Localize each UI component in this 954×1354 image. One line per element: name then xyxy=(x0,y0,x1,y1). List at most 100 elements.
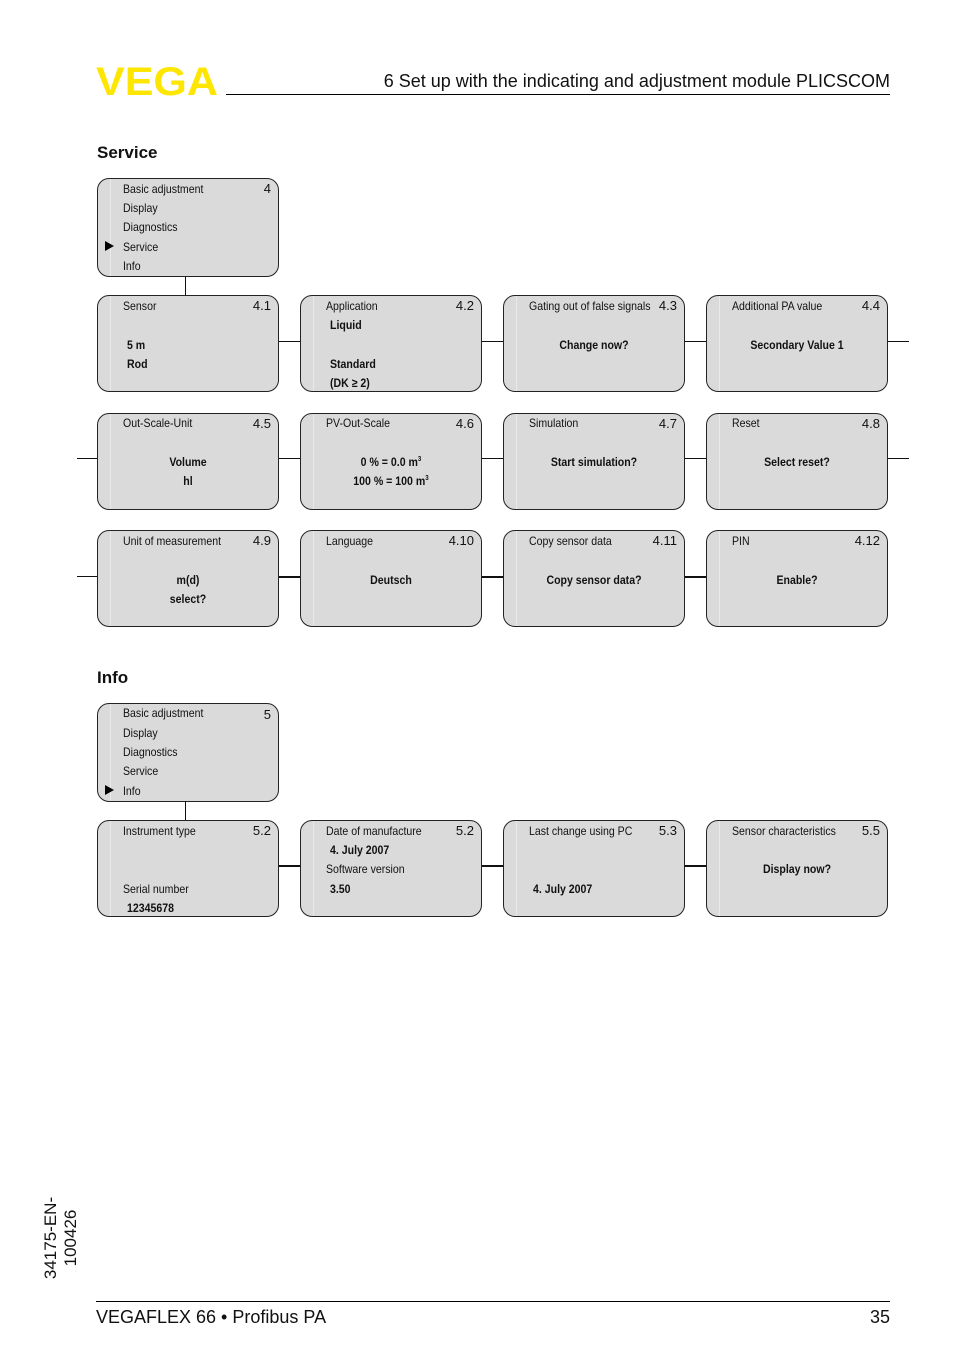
svg-text:VEGA: VEGA xyxy=(96,64,218,98)
box-number: 4.2 xyxy=(455,298,474,313)
menu-box-language[interactable]: Language 4.10 Deutsch xyxy=(300,530,482,627)
menu-box-simulation[interactable]: Simulation 4.7 Start simulation? xyxy=(503,413,685,510)
menu-item-diagnostics[interactable]: Diagnostics xyxy=(123,745,178,759)
box-value: Enable? xyxy=(776,573,818,587)
box-title: Last change using PC xyxy=(529,824,633,838)
box-value: m(d) xyxy=(176,573,200,587)
box-value: Display now? xyxy=(762,862,832,876)
connector-line xyxy=(279,576,301,578)
unit-superscript: 3 xyxy=(417,456,422,463)
box-title: Additional PA value xyxy=(732,299,823,313)
box-value: 3.50 xyxy=(330,882,351,896)
box-number: 4.4 xyxy=(861,298,880,313)
box-value: 0 % = 0.0 m3 xyxy=(312,455,470,469)
connector-line xyxy=(279,341,301,342)
menu-box-pin[interactable]: PIN 4.12 Enable? xyxy=(706,530,888,627)
box-label: Software version xyxy=(326,862,405,876)
scale-low-text: 0 % = 0.0 m xyxy=(360,455,418,469)
footer-product-name: VEGAFLEX 66 • Profibus PA xyxy=(96,1307,327,1327)
box-number: 4.1 xyxy=(252,298,271,313)
menu-item-display[interactable]: Display xyxy=(123,726,158,740)
document-id: 34175-EN-100426 xyxy=(41,1196,80,1280)
menu-item-diagnostics[interactable]: Diagnostics xyxy=(123,220,178,234)
box-title: Instrument type xyxy=(123,824,196,838)
box-value: 4. July 2007 xyxy=(533,882,593,896)
menu-item-info[interactable]: Info xyxy=(123,259,141,273)
box-title: PIN xyxy=(732,534,750,548)
connector-line xyxy=(185,801,186,820)
menu-box-last-change-using-pc[interactable]: Last change using PC 5.3 4. July 2007 xyxy=(503,820,685,917)
menu-item-display[interactable]: Display xyxy=(123,201,158,215)
menu-box-sensor[interactable]: Sensor 4.1 5 m Rod xyxy=(97,295,279,392)
box-label: Serial number xyxy=(123,882,189,896)
box-value: Copy sensor data? xyxy=(546,573,642,587)
menu-box-unit-of-measurement[interactable]: Unit of measurement 4.9 m(d) select? xyxy=(97,530,279,627)
box-value: select? xyxy=(169,592,207,606)
box-title: PV-Out-Scale xyxy=(326,416,390,430)
header-divider xyxy=(226,94,890,95)
footer-divider xyxy=(96,1301,890,1302)
scale-high-text: 100 % = 100 m xyxy=(353,474,426,488)
box-title: Sensor xyxy=(123,299,157,313)
selection-arrow-icon xyxy=(105,785,114,795)
box-number: 5.2 xyxy=(455,823,474,838)
box-value: hl xyxy=(183,474,193,488)
connector-line xyxy=(279,865,301,867)
menu-box-date-of-manufacture[interactable]: Date of manufacture 5.2 4. July 2007 Sof… xyxy=(300,820,482,917)
box-value: 100 % = 100 m3 xyxy=(312,474,470,488)
menu-box-instrument-type[interactable]: Instrument type 5.2 Serial number 123456… xyxy=(97,820,279,917)
menu-box-out-scale-unit[interactable]: Out-Scale-Unit 4.5 Volume hl xyxy=(97,413,279,510)
box-number: 5.5 xyxy=(861,823,880,838)
info-menu-box[interactable]: Basic adjustment 5 Display Diagnostics S… xyxy=(97,703,279,802)
box-number: 4.12 xyxy=(854,533,880,548)
connector-line xyxy=(685,865,707,867)
service-menu-box[interactable]: Basic adjustment 4 Display Diagnostics S… xyxy=(97,178,279,277)
menu-box-copy-sensor-data[interactable]: Copy sensor data 4.11 Copy sensor data? xyxy=(503,530,685,627)
connector-line xyxy=(482,865,504,867)
menu-box-reset[interactable]: Reset 4.8 Select reset? xyxy=(706,413,888,510)
box-title: Date of manufacture xyxy=(326,824,422,838)
menu-box-application[interactable]: Application 4.2 Liquid Standard (DK ≥ 2) xyxy=(300,295,482,392)
menu-box-additional-pa-value[interactable]: Additional PA value 4.4 Secondary Value … xyxy=(706,295,888,392)
box-number: 4.10 xyxy=(448,533,474,548)
menu-item-info[interactable]: Info xyxy=(123,784,141,798)
box-value: 4. July 2007 xyxy=(330,843,390,857)
box-number: 4.9 xyxy=(252,533,271,548)
box-title: Reset xyxy=(732,416,760,430)
section-title-info: Info xyxy=(97,668,129,687)
menu-box-sensor-characteristics[interactable]: Sensor characteristics 5.5 Display now? xyxy=(706,820,888,917)
box-value: Rod xyxy=(127,357,148,371)
connector-line xyxy=(482,458,504,459)
menu-item-service[interactable]: Service xyxy=(123,764,158,778)
box-value: Deutsch xyxy=(370,573,412,587)
box-value: 5 m xyxy=(127,338,146,352)
box-title: Copy sensor data xyxy=(529,534,612,548)
connector-line xyxy=(685,576,707,578)
box-title: Simulation xyxy=(529,416,579,430)
connector-line xyxy=(888,341,909,342)
box-number: 4.8 xyxy=(861,416,880,431)
selection-arrow-icon xyxy=(105,241,114,251)
box-title: Out-Scale-Unit xyxy=(123,416,193,430)
box-number: 4.6 xyxy=(455,416,474,431)
vega-logo: VEGA xyxy=(96,64,218,98)
menu-number: 4 xyxy=(263,181,271,196)
menu-item-basic-adjustment[interactable]: Basic adjustment xyxy=(123,706,203,720)
menu-item-basic-adjustment[interactable]: Basic adjustment xyxy=(123,182,203,196)
box-value: (DK ≥ 2) xyxy=(330,376,370,390)
box-value: Standard xyxy=(330,357,376,371)
box-title: Language xyxy=(326,534,373,548)
box-number: 5.2 xyxy=(252,823,271,838)
connector-line xyxy=(185,277,186,295)
box-title: Sensor characteristics xyxy=(732,824,836,838)
box-value: Volume xyxy=(169,455,207,469)
box-number: 4.11 xyxy=(652,533,677,548)
menu-box-pv-out-scale[interactable]: PV-Out-Scale 4.6 0 % = 0.0 m3 100 % = 10… xyxy=(300,413,482,510)
chapter-title: 6 Set up with the indicating and adjustm… xyxy=(383,71,890,91)
box-title: Unit of measurement xyxy=(123,534,222,548)
section-title-service: Service xyxy=(97,143,158,162)
menu-box-gating-out-false-signals[interactable]: Gating out of false signals 4.3 Change n… xyxy=(503,295,685,392)
menu-item-service[interactable]: Service xyxy=(123,240,158,254)
box-title: Application xyxy=(326,299,378,313)
box-number: 5.3 xyxy=(658,823,677,838)
